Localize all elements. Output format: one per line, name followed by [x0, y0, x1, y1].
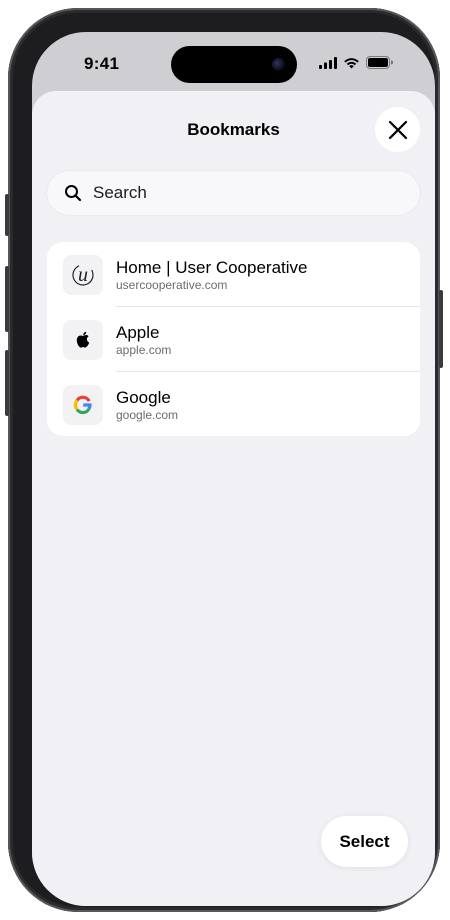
wifi-icon — [343, 57, 360, 69]
phone-frame: 9:41 Bookmarks Search u Home | User Coop… — [5, 8, 443, 912]
bookmarks-list: u Home | User Cooperative usercooperativ… — [47, 242, 420, 436]
status-icons — [319, 56, 393, 69]
bookmark-url: google.com — [116, 407, 179, 422]
search-field[interactable] — [47, 171, 420, 215]
bookmark-row-user-cooperative[interactable]: u Home | User Cooperative usercooperativ… — [47, 242, 420, 307]
search-input[interactable] — [91, 182, 395, 204]
bookmark-row-google[interactable]: Google google.com — [47, 372, 420, 436]
bookmark-url: apple.com — [116, 342, 172, 357]
apple-logo-icon — [63, 319, 103, 360]
close-icon — [388, 120, 408, 140]
status-time: 9:41 — [84, 54, 120, 73]
bookmark-row-apple[interactable]: Apple apple.com — [47, 307, 420, 372]
volume-up-button — [5, 266, 9, 332]
google-logo-icon — [63, 384, 103, 425]
screen: 9:41 Bookmarks Search u Home | User Coop… — [32, 32, 435, 906]
svg-text:u: u — [78, 264, 88, 286]
bookmark-url: usercooperative.com — [116, 277, 228, 292]
cellular-signal-icon — [319, 56, 337, 69]
bookmarks-sheet: Bookmarks Search u Home | User Cooperati… — [32, 91, 435, 906]
dynamic-island — [171, 46, 297, 83]
bookmark-title: Home | User Cooperative — [116, 257, 308, 277]
action-button — [5, 194, 9, 236]
close-button[interactable] — [375, 107, 420, 152]
select-button[interactable]: Select — [321, 816, 408, 867]
status-bar: 9:41 — [32, 32, 435, 90]
user-cooperative-logo-icon: u — [63, 254, 103, 295]
power-button — [439, 290, 443, 368]
battery-icon — [366, 56, 393, 69]
volume-down-button — [5, 350, 9, 416]
bookmark-title: Apple — [116, 322, 160, 342]
front-camera-icon — [272, 58, 285, 71]
search-icon — [64, 184, 82, 202]
bookmark-title: Google — [116, 387, 171, 407]
